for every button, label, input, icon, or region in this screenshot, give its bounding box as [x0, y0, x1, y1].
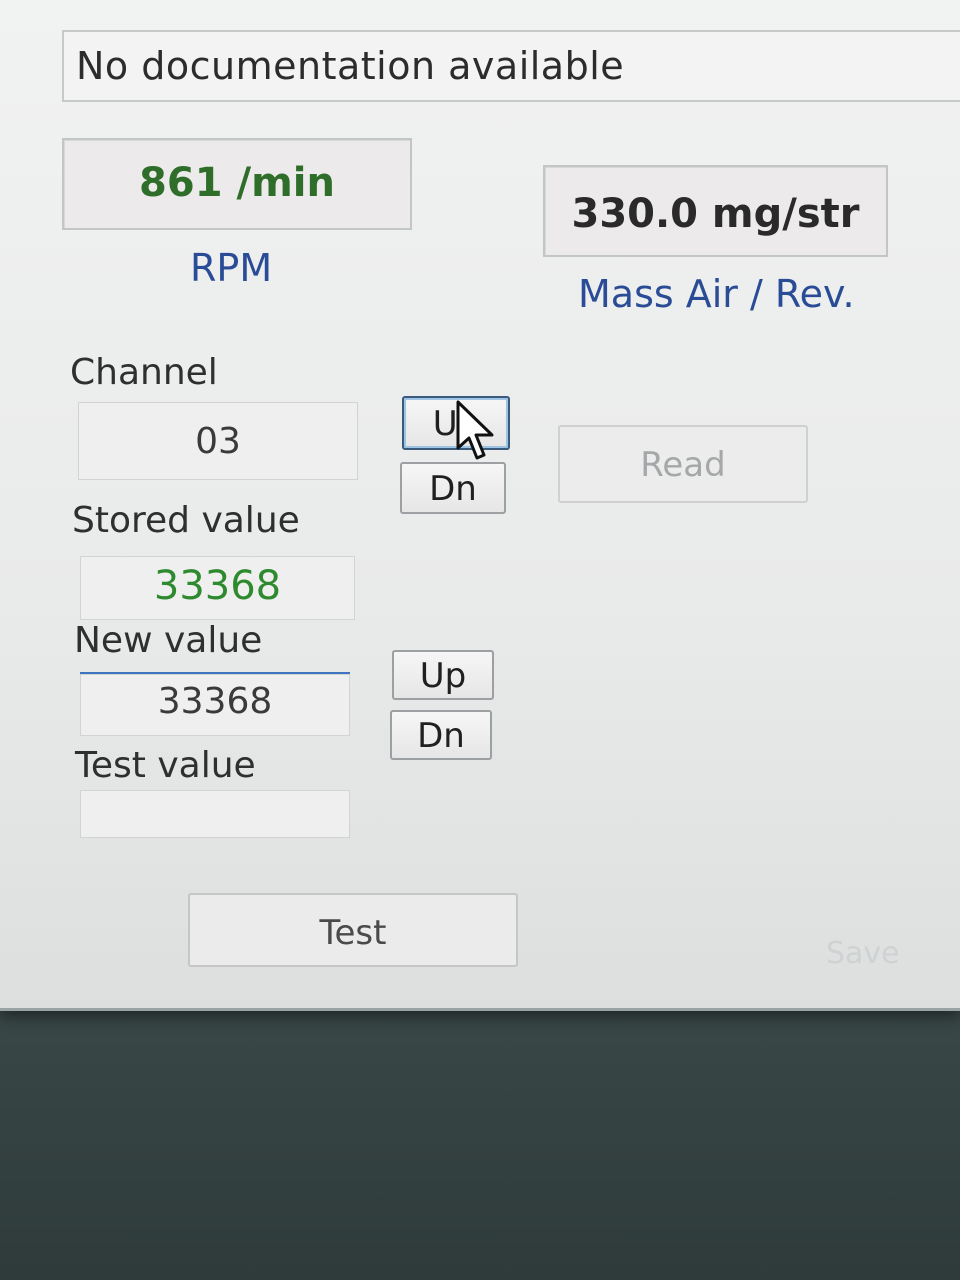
read-button[interactable]: Read	[558, 425, 808, 503]
mass-air-gauge: 330.0 mg/str	[543, 165, 888, 257]
channel-label: Channel	[70, 352, 218, 393]
save-button[interactable]: Save	[826, 936, 900, 971]
mass-air-caption: Mass Air / Rev.	[578, 272, 855, 316]
mouse-pointer-icon	[456, 400, 494, 460]
documentation-text: No documentation available	[76, 44, 625, 88]
new-value-field[interactable]: 33368	[80, 674, 350, 736]
new-value-up-button[interactable]: Up	[392, 650, 494, 700]
new-value-label: New value	[74, 620, 263, 661]
rpm-value: 861 /min	[139, 160, 335, 206]
new-value-down-button[interactable]: Dn	[390, 710, 492, 760]
adaptation-dialog: No documentation available 861 /min RPM …	[0, 0, 960, 1011]
test-button[interactable]: Test	[188, 893, 518, 967]
mass-air-value: 330.0 mg/str	[571, 191, 860, 237]
documentation-bar: No documentation available	[62, 30, 960, 102]
channel-down-button[interactable]: Dn	[400, 462, 506, 514]
test-value-label: Test value	[75, 745, 256, 786]
stored-value-label: Stored value	[72, 500, 300, 541]
rpm-caption: RPM	[190, 246, 273, 290]
channel-field[interactable]: 03	[78, 402, 358, 480]
test-value-field[interactable]	[80, 790, 350, 838]
stored-value-field: 33368	[80, 556, 355, 620]
rpm-gauge: 861 /min	[62, 138, 412, 230]
